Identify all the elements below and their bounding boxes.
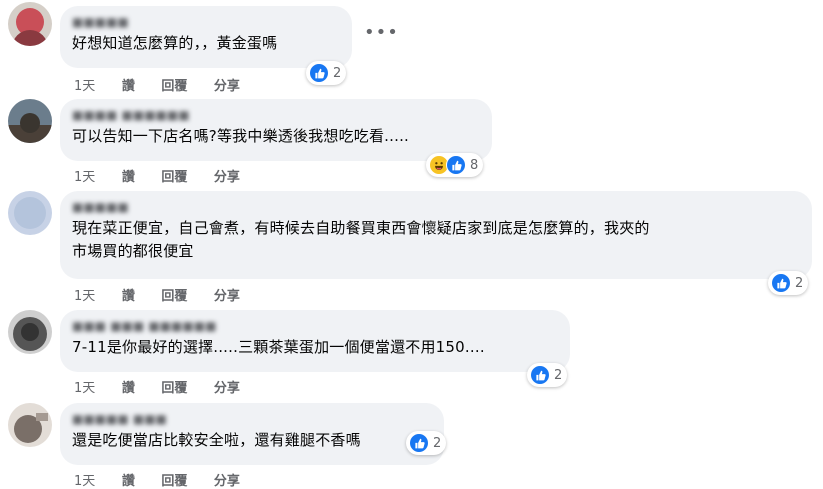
comment-time[interactable]: 1天 (74, 470, 95, 489)
like-icon (409, 433, 429, 453)
comment-actions: 1天 讚 回覆 分享 (74, 166, 262, 185)
avatar[interactable] (8, 2, 52, 46)
comment-text: 好想知道怎麼算的，，黃金蛋嗎 (72, 34, 278, 52)
comment-bubble: ■■■■■ 現在菜正便宜，自己會煮，有時候去自助餐買東西會懷疑店家到底是怎麼算的… (60, 191, 812, 279)
reply-action[interactable]: 回覆 (161, 75, 187, 94)
like-icon (530, 365, 550, 385)
reaction-count: 8 (470, 157, 479, 173)
like-action[interactable]: 讚 (122, 285, 135, 304)
comment-author[interactable]: ■■■■■ (72, 14, 340, 30)
comment-actions: 1天 讚 回覆 分享 (74, 470, 262, 489)
like-action[interactable]: 讚 (122, 166, 135, 185)
comment-text: 可以告知一下店名嗎?等我中樂透後我想吃吃看..... (72, 127, 410, 145)
reaction-count: 2 (554, 367, 563, 383)
comment-author[interactable]: ■■■■ ■■■■■■ (72, 107, 480, 123)
like-action[interactable]: 讚 (122, 377, 135, 396)
comment-time[interactable]: 1天 (74, 166, 95, 185)
avatar[interactable] (8, 99, 52, 143)
share-action[interactable]: 分享 (214, 285, 240, 304)
comment-bubble: ■■■■■ ■■■ 還是吃便當店比較安全啦，還有雞腿不香嗎 (60, 403, 444, 465)
comment-actions: 1天 讚 回覆 分享 (74, 285, 262, 304)
reaction-summary[interactable]: 2 (527, 363, 568, 387)
comment-text-line: 市場買的都很便宜 (72, 242, 194, 260)
comment-text-line: 現在菜正便宜，自己會煮，有時候去自助餐買東西會懷疑店家到底是怎麼算的，我夾的 (72, 219, 650, 237)
reply-action[interactable]: 回覆 (161, 377, 187, 396)
comment-actions: 1天 讚 回覆 分享 (74, 377, 262, 396)
like-icon (309, 63, 329, 83)
share-action[interactable]: 分享 (214, 377, 240, 396)
avatar[interactable] (8, 310, 52, 354)
comment-bubble: ■■■■■ 好想知道怎麼算的，，黃金蛋嗎 (60, 6, 352, 68)
comment-author[interactable]: ■■■ ■■■ ■■■■■■ (72, 318, 558, 334)
share-action[interactable]: 分享 (214, 75, 240, 94)
reaction-count: 2 (433, 435, 442, 451)
more-options-icon[interactable]: ••• (364, 24, 399, 42)
comment-author[interactable]: ■■■■■ ■■■ (72, 411, 432, 427)
reply-action[interactable]: 回覆 (161, 166, 187, 185)
reaction-count: 2 (795, 275, 804, 291)
comment-time[interactable]: 1天 (74, 377, 95, 396)
reply-action[interactable]: 回覆 (161, 470, 187, 489)
comment-bubble: ■■■ ■■■ ■■■■■■ 7-11是你最好的選擇.....三顆茶葉蛋加一個便… (60, 310, 570, 372)
reaction-summary[interactable]: 8 (426, 153, 484, 177)
like-icon (446, 155, 466, 175)
comment-text: 7-11是你最好的選擇.....三顆茶葉蛋加一個便當還不用150.... (72, 338, 485, 356)
like-action[interactable]: 讚 (122, 75, 135, 94)
reaction-count: 2 (333, 65, 342, 81)
comment-time[interactable]: 1天 (74, 75, 95, 94)
like-action[interactable]: 讚 (122, 470, 135, 489)
comment-text: 還是吃便當店比較安全啦，還有雞腿不香嗎 (72, 431, 361, 449)
share-action[interactable]: 分享 (214, 166, 240, 185)
reply-action[interactable]: 回覆 (161, 285, 187, 304)
reaction-summary[interactable]: 2 (768, 271, 809, 295)
comment-author[interactable]: ■■■■■ (72, 199, 800, 215)
avatar[interactable] (8, 403, 52, 447)
reaction-summary[interactable]: 2 (406, 431, 447, 455)
comment-bubble: ■■■■ ■■■■■■ 可以告知一下店名嗎?等我中樂透後我想吃吃看..... (60, 99, 492, 161)
avatar[interactable] (8, 191, 52, 235)
share-action[interactable]: 分享 (214, 470, 240, 489)
comment-actions: 1天 讚 回覆 分享 (74, 75, 262, 94)
like-icon (771, 273, 791, 293)
reaction-summary[interactable]: 2 (306, 61, 347, 85)
comment-time[interactable]: 1天 (74, 285, 95, 304)
